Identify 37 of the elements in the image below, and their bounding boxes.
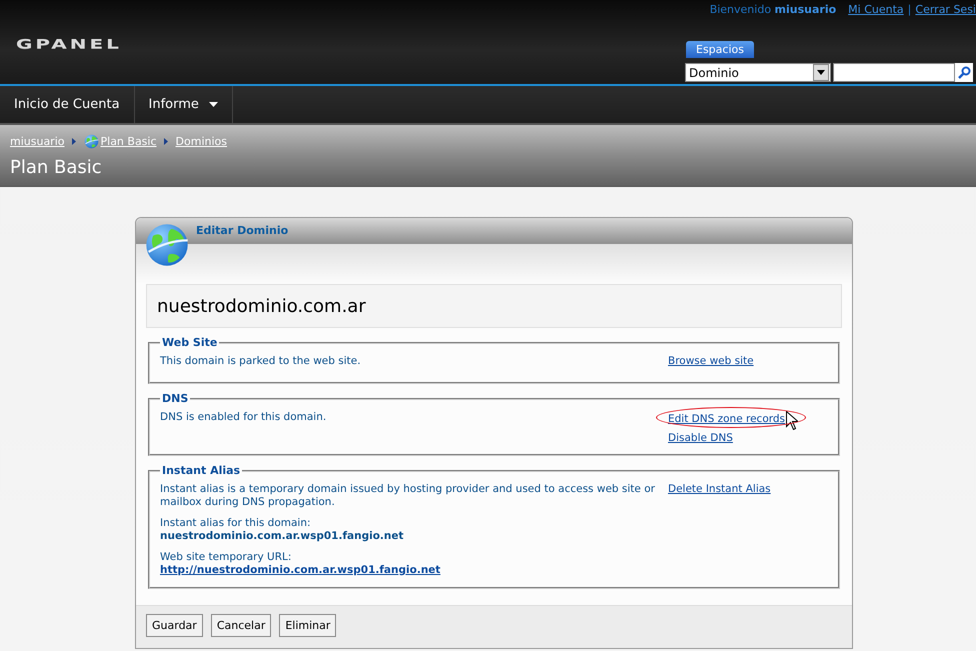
search-button[interactable] [955, 63, 973, 82]
card-title: Editar Dominio [196, 224, 288, 237]
cursor-icon [786, 411, 798, 430]
description-text: DNS is enabled for this domain. [160, 411, 328, 424]
nav-item[interactable]: Informe [134, 86, 233, 123]
action-link[interactable]: Browse web site [668, 355, 754, 367]
domain-name: nuestrodominio.com.ar [146, 284, 842, 328]
form-button[interactable]: Cancelar [210, 614, 272, 637]
description-text: This domain is parked to the web site. [160, 355, 362, 368]
header-link[interactable]: Cerrar Sesi [915, 3, 976, 16]
search-field[interactable] [833, 63, 955, 82]
search-tab[interactable]: Espacios [686, 41, 754, 58]
header-link[interactable]: Mi Cuenta [848, 3, 904, 16]
separator: | [908, 3, 912, 16]
action-link[interactable]: Edit DNS zone records [668, 413, 786, 425]
page-title: Plan Basic [10, 157, 103, 178]
url-link[interactable]: http://nuestrodominio.com.ar.wsp01.fangio.net [160, 564, 440, 576]
alias-value: nuestrodominio.com.ar.wsp01.fangio.net [160, 530, 404, 542]
field-label: Instant alias for this domain: [160, 517, 311, 529]
caret-icon [817, 70, 825, 75]
welcome-text: Bienvenido miusuario [710, 3, 836, 16]
search-icon [958, 66, 970, 79]
section-title: Instant Alias [161, 464, 242, 477]
globe-icon [144, 222, 190, 268]
action-link[interactable]: Disable DNS [668, 432, 733, 444]
arrow-icon [164, 138, 168, 144]
arrow-icon [72, 138, 76, 144]
description-text: Instant alias is a temporary domain issued by hosting provider and used to access web site or mailbox during DNS propagation. [160, 483, 656, 509]
logo: GPANEL [16, 36, 122, 52]
field-label: Web site temporary URL: [160, 551, 292, 563]
form-button[interactable]: Eliminar [279, 614, 336, 637]
nav-item[interactable]: Inicio de Cuenta [0, 86, 135, 123]
scope-dropdown[interactable]: Dominio [685, 63, 831, 82]
action-link[interactable]: Delete Instant Alias [668, 483, 771, 495]
section-title: Web Site [161, 336, 218, 349]
section-title: DNS [161, 392, 190, 405]
form-button[interactable]: Guardar [146, 614, 203, 637]
